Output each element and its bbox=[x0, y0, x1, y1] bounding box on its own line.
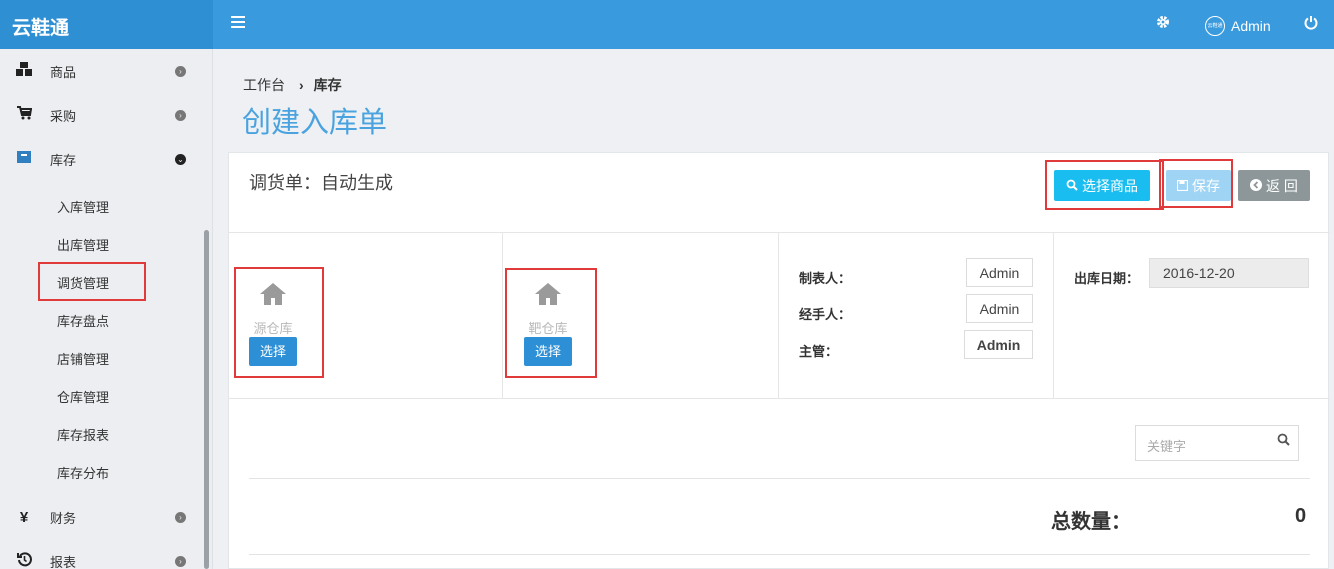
personnel-cell: 制表人： Admin 经手人： Admin 主管： Admin bbox=[779, 233, 1054, 399]
date-label: 出库日期： bbox=[1074, 271, 1140, 286]
supervisor-field[interactable]: Admin bbox=[964, 330, 1033, 359]
sidebar-scrollbar[interactable] bbox=[204, 230, 209, 569]
sidebar-item-inventory[interactable]: 库存 ⌄ bbox=[0, 142, 200, 176]
sidebar-item-label: 库存 bbox=[50, 152, 77, 168]
handler-field[interactable]: Admin bbox=[966, 294, 1033, 323]
maker-field[interactable]: Admin bbox=[966, 258, 1033, 287]
sidebar-item-label: 财务 bbox=[50, 510, 77, 526]
chevron-right-icon: › bbox=[175, 109, 186, 121]
highlight-box-source-warehouse bbox=[234, 267, 324, 378]
maker-label: 制表人： bbox=[799, 271, 852, 286]
sub-item-stocktake[interactable]: 库存盘点 bbox=[57, 311, 109, 330]
highlight-box-target-warehouse bbox=[505, 268, 597, 378]
chevron-right-icon: › bbox=[175, 65, 186, 77]
avatar[interactable]: 云鞋通 bbox=[1205, 16, 1225, 36]
total-quantity-label: 总数量： bbox=[1051, 511, 1131, 533]
supervisor-label: 主管： bbox=[799, 344, 839, 359]
target-warehouse-cell: 靶仓库 选择 bbox=[503, 233, 779, 399]
divider bbox=[249, 478, 1310, 479]
breadcrumb-separator: › bbox=[299, 77, 304, 93]
search-icon[interactable] bbox=[1277, 433, 1290, 449]
highlight-box-select-products bbox=[1045, 160, 1164, 210]
menu-toggle-icon[interactable] bbox=[231, 16, 245, 31]
sidebar-item-label: 商品 bbox=[50, 64, 77, 80]
power-icon[interactable] bbox=[1304, 15, 1318, 35]
sub-item-stock-report[interactable]: 库存报表 bbox=[57, 425, 109, 444]
breadcrumb: 工作台 › 库存 bbox=[243, 75, 342, 95]
document-number: 调货单：自动生成 bbox=[249, 173, 393, 193]
sub-item-stock-distribution[interactable]: 库存分布 bbox=[57, 463, 109, 482]
divider bbox=[249, 554, 1310, 555]
breadcrumb-current: 库存 bbox=[313, 77, 342, 93]
cart-icon bbox=[14, 106, 34, 124]
sidebar-item-label: 采购 bbox=[50, 108, 77, 124]
sidebar-item-label: 报表 bbox=[50, 554, 77, 569]
handler-label: 经手人： bbox=[799, 307, 852, 322]
panel-header: 调货单：自动生成 选择商品 保存 返 回 bbox=[229, 153, 1330, 233]
sub-item-outbound[interactable]: 出库管理 bbox=[57, 235, 109, 254]
top-navbar: 云鞋通 Admin bbox=[213, 0, 1334, 49]
back-label: 返 回 bbox=[1266, 177, 1298, 194]
form-panel: 调货单：自动生成 选择商品 保存 返 回 源仓库 选择 靶仓库 选择 制表人： … bbox=[228, 152, 1330, 569]
user-name[interactable]: Admin bbox=[1231, 18, 1271, 34]
gear-icon[interactable] bbox=[1156, 15, 1170, 34]
source-warehouse-cell: 源仓库 选择 bbox=[229, 233, 503, 399]
back-arrow-icon bbox=[1250, 178, 1263, 194]
date-field[interactable]: 2016-12-20 bbox=[1149, 258, 1309, 288]
total-quantity-value: 0 bbox=[1295, 505, 1307, 527]
sidebar-item-finance[interactable]: ¥ 财务 › bbox=[0, 500, 200, 534]
sidebar-item-reports[interactable]: 报表 › bbox=[0, 544, 200, 569]
chevron-down-icon: ⌄ bbox=[175, 153, 186, 165]
archive-icon bbox=[14, 150, 34, 168]
history-icon bbox=[14, 551, 34, 569]
chevron-right-icon: › bbox=[175, 511, 186, 523]
page-title: 创建入库单 bbox=[242, 107, 388, 139]
sidebar: 云鞋通 商品 › 采购 › 库存 ⌄ 入库管理 出库管理 调货管理 库存盘点 店… bbox=[0, 0, 213, 569]
chevron-right-icon: › bbox=[175, 555, 186, 567]
keyword-search[interactable]: 关键字 bbox=[1135, 425, 1299, 461]
sidebar-item-products[interactable]: 商品 › bbox=[0, 54, 200, 88]
sub-item-warehouses[interactable]: 仓库管理 bbox=[57, 387, 109, 406]
brand-logo[interactable]: 云鞋通 bbox=[0, 0, 213, 49]
yen-icon: ¥ bbox=[19, 508, 29, 526]
highlight-box-transfer bbox=[38, 262, 146, 301]
highlight-box-save bbox=[1159, 159, 1233, 208]
search-input[interactable]: 关键字 bbox=[1147, 436, 1186, 455]
back-button[interactable]: 返 回 bbox=[1238, 170, 1310, 201]
sub-item-stores[interactable]: 店铺管理 bbox=[57, 349, 109, 368]
breadcrumb-root[interactable]: 工作台 bbox=[243, 77, 285, 93]
sub-item-inbound[interactable]: 入库管理 bbox=[57, 197, 109, 216]
cubes-icon bbox=[14, 61, 34, 81]
sidebar-item-purchase[interactable]: 采购 › bbox=[0, 98, 200, 132]
